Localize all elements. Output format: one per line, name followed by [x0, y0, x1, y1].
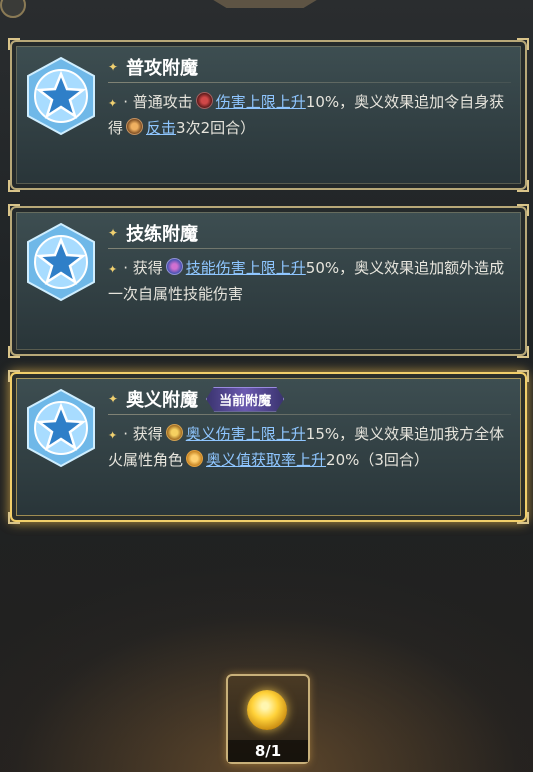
sparkle-icon: ✦	[108, 97, 118, 110]
star-badge-icon	[24, 56, 98, 136]
enchant-card-skill[interactable]: ✦ 技练附魔 ✦ · 获得 技能伤害上限上升50%，奥义效果追加额外造成一次自属性技…	[8, 204, 529, 358]
current-enchant-tag: 当前附魔	[206, 387, 284, 412]
energy-icon	[186, 450, 204, 467]
counter-icon	[126, 118, 144, 135]
attack-icon	[195, 92, 213, 109]
top-wedge	[210, 0, 320, 8]
keyword-link[interactable]: 技能伤害上限上升	[186, 259, 306, 277]
keyword-link[interactable]: 奥义伤害上限上升	[186, 425, 306, 443]
card-title: ✦ 普攻附魔	[108, 58, 199, 79]
skill-icon	[165, 258, 183, 275]
sparkle-icon: ✦	[108, 429, 118, 442]
card-description: ✦ · 获得 技能伤害上限上升50%，奥义效果追加额外造成一次自属性技能伤害	[108, 258, 505, 303]
sparkle-icon: ✦	[108, 263, 118, 276]
enchant-card-ultimate[interactable]: ✦ 奥义附魔 当前附魔 ✦ · 获得 奥义伤害上限上升15%，奥义效果追加我方全体火…	[8, 370, 529, 524]
keyword-link[interactable]: 奥义值获取率上升	[206, 451, 326, 469]
card-title: ✦ 奥义附魔 当前附魔	[108, 386, 284, 412]
fire-orb-icon	[247, 690, 287, 730]
top-edge-decor	[0, 0, 533, 18]
ultimate-icon	[165, 424, 183, 441]
sparkle-icon: ✦	[108, 392, 119, 406]
token-count: 8/1	[228, 740, 308, 762]
sparkle-icon: ✦	[108, 226, 119, 240]
sparkle-icon: ✦	[108, 60, 119, 74]
card-description: ✦ · 获得 奥义伤害上限上升15%，奥义效果追加我方全体火属性角色 奥义值获取率上升…	[108, 424, 505, 469]
card-description: ✦ · 普通攻击 伤害上限上升10%，奥义效果追加令自身获得 反击3次2回合）	[108, 92, 505, 137]
keyword-link[interactable]: 反击	[146, 119, 176, 137]
keyword-link[interactable]: 伤害上限上升	[216, 93, 306, 111]
enchant-card-normal-attack[interactable]: ✦ 普攻附魔 ✦ · 普通攻击 伤害上限上升10%，奥义效果追加令自身获得 反击3次2…	[8, 38, 529, 192]
star-badge-icon	[24, 222, 98, 302]
star-badge-icon	[24, 388, 98, 468]
top-left-nub	[0, 0, 26, 18]
enchant-material-token[interactable]: 8/1	[226, 674, 310, 764]
card-title: ✦ 技练附魔	[108, 224, 199, 245]
